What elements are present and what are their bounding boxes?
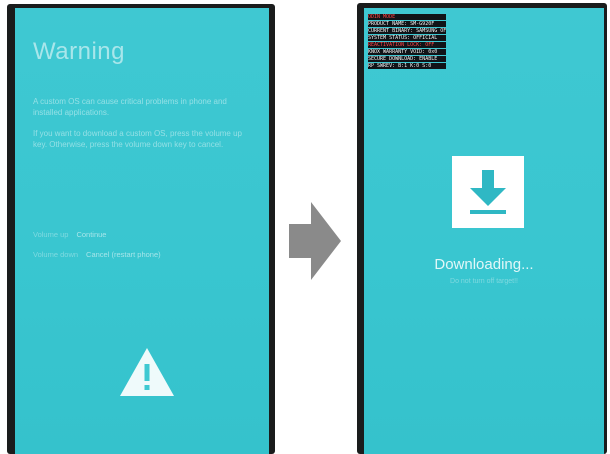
downloading-subtext: Do not turn off target!! <box>450 278 518 285</box>
debug-line: ODIN MODE <box>368 14 446 20</box>
debug-line: SYSTEM STATUS: OFFICIAL <box>368 35 446 41</box>
key-instruction-cancel: Volume down Cancel (restart phone) <box>33 250 261 260</box>
key-action: Continue <box>76 230 107 239</box>
warning-paragraph: If you want to download a custom OS, pre… <box>33 129 242 149</box>
debug-line: RP SWREV: B:1 K:0 S:0 <box>368 63 446 69</box>
debug-line: REACTIVATION LOCK: OFF <box>368 42 446 48</box>
warning-triangle-icon <box>120 348 174 396</box>
warning-screen: Warning A custom OS can cause critical p… <box>15 8 269 454</box>
download-icon <box>470 170 506 214</box>
debug-line: PRODUCT NAME: SM-G920F <box>368 21 446 27</box>
debug-line: KNOX WARRANTY VOID: 0x0 <box>368 49 446 55</box>
key-name: Volume up <box>33 230 69 239</box>
comparison-stage: Warning A custom OS can cause critical p… <box>0 0 610 454</box>
warning-title: Warning <box>33 38 125 65</box>
debug-line: CURRENT BINARY: SAMSUNG OFFICIAL <box>368 28 446 34</box>
key-name: Volume down <box>33 250 79 259</box>
download-icon-box <box>452 156 524 228</box>
warning-paragraph: A custom OS can cause critical problems … <box>33 97 227 117</box>
downloading-status: Downloading... <box>434 256 534 273</box>
debug-info-block: ODIN MODE PRODUCT NAME: SM-G920F CURRENT… <box>368 14 446 70</box>
phone-download: ODIN MODE PRODUCT NAME: SM-G920F CURRENT… <box>357 3 607 454</box>
key-action: Cancel (restart phone) <box>86 250 161 259</box>
key-instruction-continue: Volume up Continue <box>33 230 261 240</box>
download-screen: ODIN MODE PRODUCT NAME: SM-G920F CURRENT… <box>364 8 604 454</box>
phone-warning: Warning A custom OS can cause critical p… <box>7 4 275 454</box>
debug-line: SECURE DOWNLOAD: ENABLE <box>368 56 446 62</box>
right-arrow-icon <box>289 202 341 280</box>
